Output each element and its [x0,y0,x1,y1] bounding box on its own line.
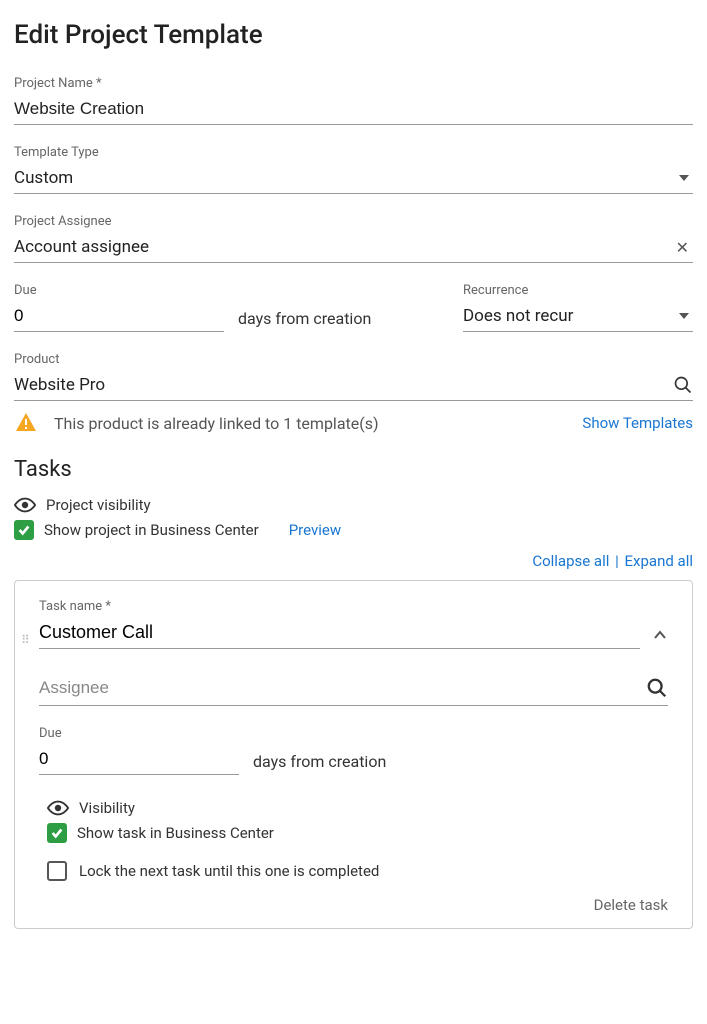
show-templates-link[interactable]: Show Templates [582,414,693,432]
lock-task-label: Lock the next task until this one is com… [79,862,379,880]
task-name-label: Task name * [39,599,640,614]
task-due-label: Due [39,726,668,741]
show-project-checkbox[interactable] [14,520,34,540]
delete-task-link[interactable]: Delete task [594,896,668,914]
template-type-value: Custom [14,168,679,188]
task-due-suffix: days from creation [253,752,386,775]
expand-all-link[interactable]: Expand all [625,552,693,570]
lock-task-row: Lock the next task until this one is com… [39,861,668,881]
project-visibility-row: Project visibility [14,496,693,514]
eye-icon [47,800,69,816]
lock-task-checkbox[interactable] [47,861,67,881]
due-input[interactable] [14,302,224,332]
warning-icon [14,411,38,435]
tasks-section-title: Tasks [14,457,693,482]
product-field: Product Website Pro [14,352,693,401]
product-label: Product [14,352,693,367]
template-type-label: Template Type [14,145,693,160]
recurrence-select[interactable]: Does not recur [463,302,693,332]
project-assignee-field: Project Assignee Account assignee ✕ [14,214,693,263]
task-card: ⠿ Task name * Due days from creation Vis… [14,580,693,929]
due-field: Due days from creation [14,283,433,332]
show-project-row: Show project in Business Center Preview [14,520,693,540]
task-assignee-field[interactable] [39,677,668,706]
product-select[interactable]: Website Pro [14,371,693,401]
project-assignee-value: Account assignee [14,237,672,257]
caret-down-icon [679,313,689,319]
task-due-field: Due days from creation [39,726,668,775]
due-suffix: days from creation [238,309,371,332]
template-type-select[interactable]: Custom [14,164,693,194]
page-title: Edit Project Template [14,20,693,50]
recurrence-value: Does not recur [463,306,679,326]
drag-handle-icon[interactable]: ⠿ [21,637,31,643]
task-assignee-input[interactable] [39,678,646,698]
due-label: Due [14,283,433,298]
show-task-row: Show task in Business Center [47,823,668,843]
show-project-label: Show project in Business Center [44,521,259,539]
task-due-input[interactable] [39,745,239,775]
show-task-label: Show task in Business Center [77,824,274,842]
recurrence-label: Recurrence [463,283,693,298]
search-icon[interactable] [646,677,668,699]
project-assignee-select[interactable]: Account assignee ✕ [14,233,693,263]
collapse-expand-row: Collapse all | Expand all [14,552,693,570]
chevron-up-icon[interactable] [652,627,668,643]
product-warning-row: This product is already linked to 1 temp… [14,411,693,435]
warning-text: This product is already linked to 1 temp… [54,414,582,433]
task-name-input[interactable] [39,618,640,649]
caret-down-icon [679,175,689,181]
recurrence-field: Recurrence Does not recur [463,283,693,332]
search-icon[interactable] [673,375,693,395]
project-name-label: Project Name * [14,76,693,91]
project-visibility-label: Project visibility [46,496,151,514]
project-assignee-label: Project Assignee [14,214,693,229]
show-task-checkbox[interactable] [47,823,67,843]
preview-link[interactable]: Preview [289,521,341,539]
task-visibility-row: Visibility [47,799,668,817]
project-name-field: Project Name * [14,76,693,125]
task-visibility-label: Visibility [79,799,135,817]
template-type-field: Template Type Custom [14,145,693,194]
eye-icon [14,497,36,513]
project-name-input[interactable] [14,95,693,125]
collapse-all-link[interactable]: Collapse all [532,552,609,570]
clear-assignee-icon[interactable]: ✕ [672,238,693,257]
product-value: Website Pro [14,375,673,395]
